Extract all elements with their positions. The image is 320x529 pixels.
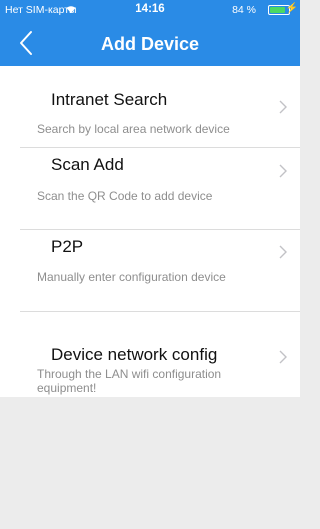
charging-icon: ⚡	[285, 3, 298, 14]
item-label: P2P	[51, 237, 84, 256]
list-item-device-network-config[interactable]: Device network config Through the LAN wi…	[0, 312, 300, 397]
page-title: Add Device	[100, 34, 200, 54]
item-description: Search by local area network device	[37, 122, 230, 136]
list-item-intranet-search[interactable]: Intranet Search Search by local area net…	[0, 66, 300, 148]
battery-percent: 84 %	[232, 4, 256, 16]
chevron-right-icon	[279, 245, 287, 259]
item-description: Through the LAN wifi configuration equip…	[37, 367, 222, 395]
device-option-list: Intranet Search Search by local area net…	[0, 66, 300, 397]
item-label: Scan Add	[51, 155, 124, 174]
list-item-p2p[interactable]: P2P Manually enter configuration device	[0, 230, 300, 312]
screen: Нет SIM-карты 14:16 84 % ⚡ Add Device In…	[0, 0, 300, 529]
chevron-right-icon	[279, 350, 287, 364]
chevron-right-icon	[279, 164, 287, 178]
item-label: Device network config	[51, 345, 218, 364]
nav-header: Нет SIM-карты 14:16 84 % ⚡ Add Device	[0, 0, 300, 66]
status-bar: Нет SIM-карты 14:16 84 % ⚡	[0, 0, 300, 20]
item-label: Intranet Search	[51, 90, 168, 109]
item-description: Scan the QR Code to add device	[37, 189, 213, 203]
list-item-scan-add[interactable]: Scan Add Scan the QR Code to add device	[0, 148, 300, 230]
item-description: Manually enter configuration device	[37, 270, 226, 284]
chevron-right-icon	[279, 100, 287, 114]
